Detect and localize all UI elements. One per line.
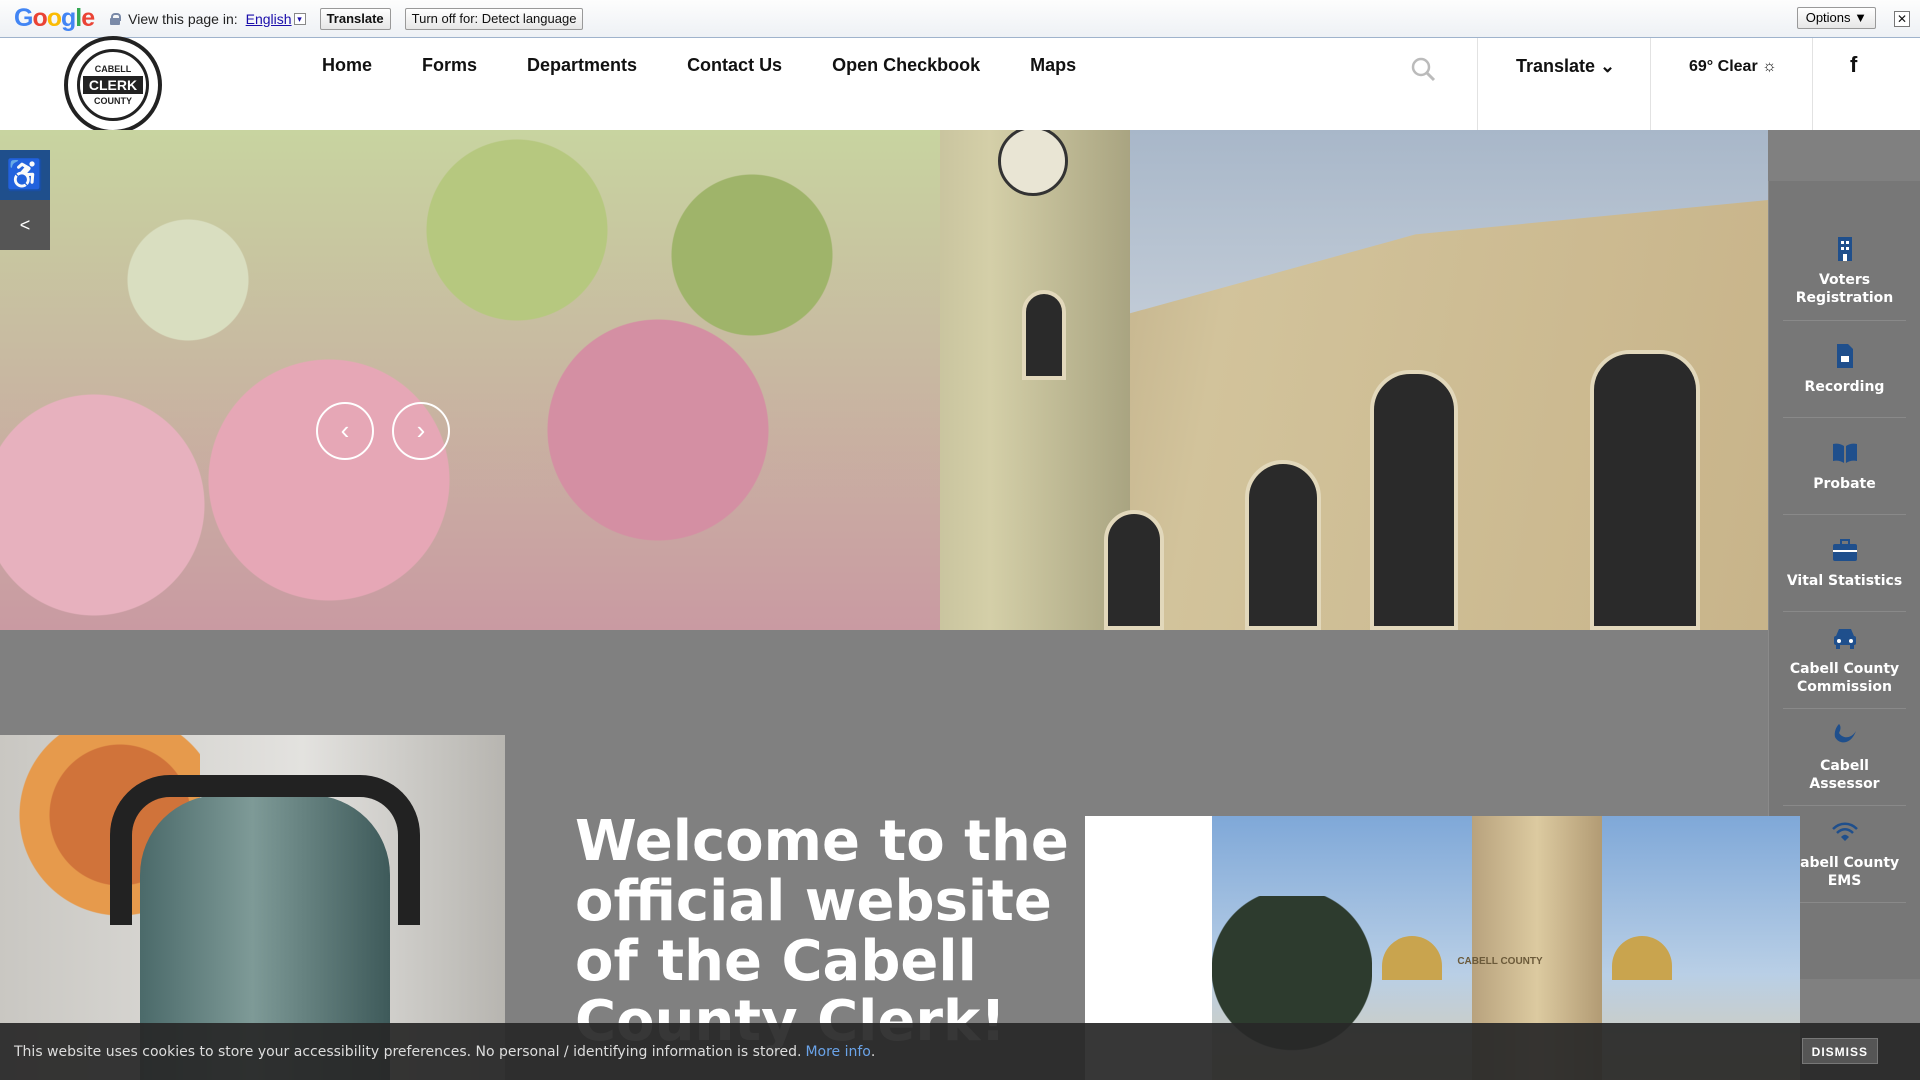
nav-open-checkbook[interactable]: Open Checkbook [832, 55, 980, 76]
logo-top-text: CABELL [94, 64, 132, 74]
lock-icon [110, 12, 122, 25]
book-icon [1832, 443, 1857, 463]
translate-dropdown[interactable]: Translate ⌄ [1516, 56, 1615, 77]
quick-link-label: Voters Registration [1795, 271, 1894, 306]
logo-seal: CABELL CLERK COUNTY [77, 49, 149, 121]
options-button[interactable]: Options ▼ [1796, 7, 1876, 29]
logo-bottom-text: COUNTY [94, 96, 132, 106]
nav-departments[interactable]: Departments [527, 55, 637, 76]
quick-link-cabell-assessor[interactable]: Cabell Assessor [1783, 709, 1906, 806]
translate-bar: Google View this page in: English ▾ Tran… [0, 0, 1920, 38]
quick-link-vital-statistics[interactable]: Vital Statistics [1783, 515, 1906, 612]
quick-link-probate[interactable]: Probate [1783, 418, 1906, 515]
tower-window [1022, 290, 1066, 380]
prev-slide-button[interactable]: ‹ [316, 402, 374, 460]
hero-slideshow: ‹ › [0, 130, 1768, 630]
cookie-banner: This website uses cookies to store your … [0, 1023, 1920, 1080]
chevron-down-icon[interactable]: ▾ [293, 12, 306, 25]
close-icon[interactable]: ✕ [1894, 11, 1910, 27]
quick-link-voters-registration[interactable]: Voters Registration [1783, 181, 1906, 321]
nav-forms[interactable]: Forms [422, 55, 477, 76]
quick-link-label: Cabell County Commission [1789, 661, 1900, 695]
signal-icon [1831, 822, 1858, 841]
logo-band-text: CLERK [82, 76, 144, 94]
quick-link-recording[interactable]: Recording [1783, 321, 1906, 418]
building-window [1590, 350, 1700, 630]
quick-link-label: Cabell Assessor [1809, 758, 1880, 792]
document-icon [1836, 344, 1853, 368]
view-page-label: View this page in: [128, 10, 238, 27]
header-divider [1650, 38, 1651, 130]
slider-controls: ‹ › [316, 402, 468, 460]
quick-link-cabell-county-commission[interactable]: Cabell County Commission [1783, 612, 1906, 709]
weather-widget[interactable]: 69° Clear ☼ [1689, 58, 1777, 76]
turn-off-button[interactable]: Turn off for: Detect language [404, 7, 584, 30]
car-icon [1833, 629, 1856, 649]
clerk-logo[interactable]: CABELL CLERK COUNTY [64, 36, 162, 134]
courthouse-sign: CABELL COUNTY [1457, 956, 1543, 967]
cookie-text: This website uses cookies to store your … [14, 1043, 802, 1060]
facebook-icon[interactable]: f [1850, 52, 1857, 78]
quick-link-cabell-county-ems[interactable]: Cabell County EMS [1783, 806, 1906, 903]
site-header: CABELL CLERK COUNTY Home Forms Departmen… [0, 36, 1920, 134]
quick-link-label: Cabell County EMS [1789, 855, 1900, 889]
swoosh-icon [1834, 724, 1856, 743]
nav-home[interactable]: Home [322, 55, 372, 76]
search-icon[interactable] [1410, 56, 1436, 82]
cookie-period: . [870, 1043, 876, 1060]
quick-link-label: Probate [1813, 476, 1876, 492]
building-window [1104, 510, 1164, 630]
translate-button[interactable]: Translate [319, 7, 391, 30]
bell-yoke [110, 775, 420, 925]
accessibility-icon[interactable]: ♿ [0, 150, 50, 200]
briefcase-icon [1832, 539, 1857, 561]
main-nav: Home Forms Departments Contact Us Open C… [322, 55, 1126, 76]
share-icon[interactable]: < [0, 200, 50, 250]
dogwood-tree [0, 130, 940, 630]
dismiss-button[interactable]: DISMISS [1801, 1038, 1878, 1064]
header-divider [1812, 38, 1813, 130]
quick-link-label: Vital Statistics [1786, 573, 1903, 589]
quick-link-label: Recording [1804, 379, 1885, 395]
building-icon [1837, 236, 1852, 261]
header-divider [1477, 38, 1478, 130]
google-logo: Google [14, 4, 95, 32]
nav-contact-us[interactable]: Contact Us [687, 55, 782, 76]
courthouse-dome [1382, 936, 1442, 980]
next-slide-button[interactable]: › [392, 402, 450, 460]
welcome-heading: Welcome to the official website of the C… [575, 809, 1069, 1054]
courthouse-dome [1612, 936, 1672, 980]
building-window [1370, 370, 1458, 630]
language-select[interactable]: English [246, 11, 292, 27]
nav-maps[interactable]: Maps [1030, 55, 1076, 76]
more-info-link[interactable]: More info [805, 1044, 870, 1060]
building-window [1245, 460, 1321, 630]
